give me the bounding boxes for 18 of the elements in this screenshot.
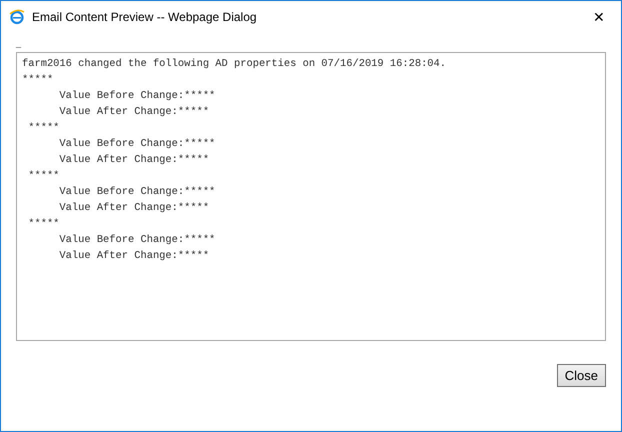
browser-logo-icon bbox=[9, 8, 25, 24]
content-line: Value Before Change:***** bbox=[58, 137, 216, 152]
content-line: ***** bbox=[27, 169, 60, 184]
text-mark: _ bbox=[16, 40, 22, 50]
content-line: Value After Change:***** bbox=[58, 153, 210, 168]
content-line: Value Before Change:***** bbox=[58, 89, 216, 104]
content-line: Value After Change:***** bbox=[58, 249, 210, 264]
content-line: Value After Change:***** bbox=[58, 201, 210, 216]
content-line: Value After Change:***** bbox=[58, 105, 210, 120]
content-line: ***** bbox=[22, 73, 54, 88]
content-line: Value Before Change:***** bbox=[58, 233, 216, 248]
close-button[interactable]: Close bbox=[556, 364, 606, 387]
content-line: farm2016 changed the following AD properties on 07/16/2019 16:28:04. bbox=[22, 57, 448, 72]
close-button[interactable]: ✕ bbox=[577, 1, 621, 32]
content-line: ***** bbox=[27, 217, 60, 232]
content-line: ***** bbox=[27, 121, 60, 136]
window-title: Email Content Preview -- Webpage Dialog bbox=[32, 10, 258, 24]
content-line: Value Before Change:***** bbox=[58, 185, 216, 200]
